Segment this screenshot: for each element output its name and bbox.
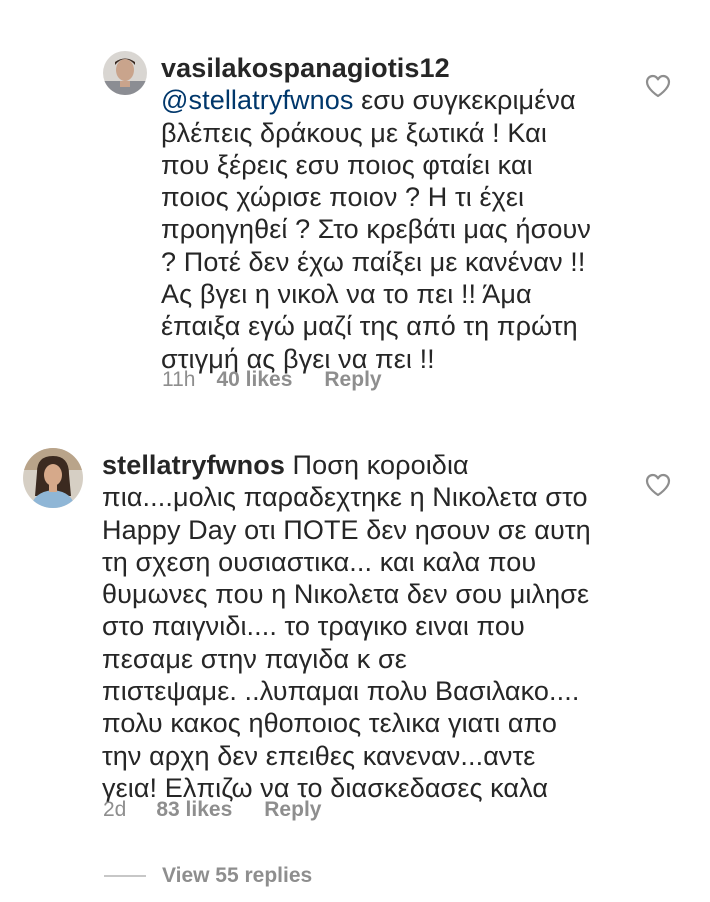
comment-text: vasilakospanagiotis12 @stellatryfwnos εσ… (161, 52, 681, 375)
mention-link[interactable]: @stellatryfwnos (161, 85, 353, 115)
view-replies-label: View 55 replies (162, 864, 313, 887)
heart-outline-icon (645, 473, 671, 497)
comment-meta: 2d 83 likes Reply (103, 798, 321, 822)
comment-body: εσυ συγκεκριμένα βλέπεις δράκους με ξωτι… (161, 85, 591, 374)
comment-meta: 11h 40 likes Reply (162, 368, 382, 392)
like-button[interactable] (645, 74, 671, 98)
likes-count[interactable]: 83 likes (156, 798, 232, 822)
comment-username[interactable]: vasilakospanagiotis12 (161, 53, 450, 83)
replies-divider (104, 875, 146, 877)
reply-button[interactable]: Reply (324, 368, 381, 392)
view-replies-button[interactable]: View 55 replies (104, 864, 312, 888)
avatar[interactable] (103, 51, 147, 95)
heart-outline-icon (645, 74, 671, 98)
reply-button[interactable]: Reply (264, 798, 321, 822)
comment-time: 11h (162, 368, 196, 391)
comment-time: 2d (103, 798, 127, 821)
comment-text: stellatryfwnos Ποση κοροιδια πια....μολι… (102, 449, 692, 804)
comment-username[interactable]: stellatryfwnos (102, 450, 285, 480)
likes-count[interactable]: 40 likes (216, 368, 292, 392)
comment-body: Ποση κοροιδια πια....μολις παραδεχτηκε η… (102, 450, 591, 803)
avatar[interactable] (23, 448, 83, 508)
like-button[interactable] (645, 473, 671, 497)
